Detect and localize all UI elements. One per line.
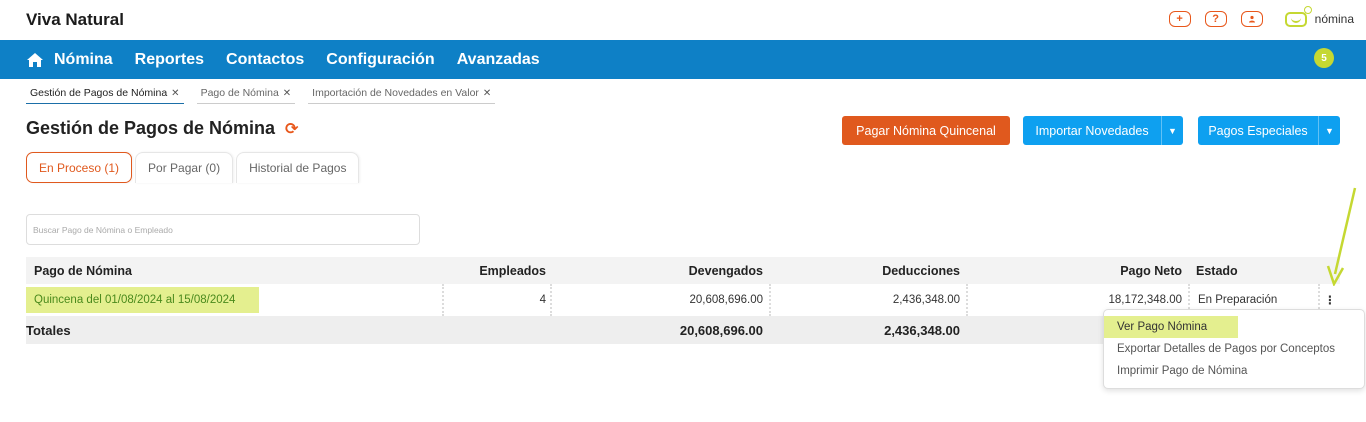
notification-badge[interactable]: 5 [1314, 48, 1334, 68]
tab-en-proceso[interactable]: En Proceso (1) [26, 152, 133, 183]
nav-item-nomina[interactable]: Nómina [26, 51, 113, 69]
row-context-menu: Ver Pago Nómina Exportar Detalles de Pag… [1103, 309, 1365, 389]
main-nav: Nómina Reportes Contactos Configuración … [0, 40, 1366, 79]
totals-deducciones: 2,436,348.00 [884, 322, 960, 338]
tab-por-pagar[interactable]: Por Pagar (0) [135, 152, 234, 183]
table-header: Pago de Nómina Empleados Devengados Dedu… [26, 257, 1340, 284]
nav-item-label: Nómina [54, 50, 113, 68]
annotation-arrow-icon [1326, 187, 1357, 286]
home-icon [27, 52, 43, 67]
pay-payroll-button[interactable]: Pagar Nómina Quincenal [842, 116, 1010, 145]
devengados-cell: 20,608,696.00 [550, 284, 769, 316]
top-bar: Viva Natural + ? nómina [0, 0, 1366, 40]
payroll-link[interactable]: Quincena del 01/08/2024 al 15/08/2024 [26, 287, 260, 313]
special-payments-button[interactable]: Pagos Especiales ▼ [1198, 116, 1340, 145]
refresh-icon[interactable]: ⟳ [285, 119, 298, 139]
product-switcher[interactable]: nómina [1284, 5, 1354, 27]
nav-item-avanzadas[interactable]: Avanzadas [457, 51, 540, 69]
close-icon[interactable]: ✕ [483, 88, 491, 99]
menu-item-exportar-detalles[interactable]: Exportar Detalles de Pagos por Conceptos [1104, 338, 1364, 360]
nomina-logo-icon [1284, 5, 1312, 27]
page-title-text: Gestión de Pagos de Nómina [26, 118, 276, 138]
column-header[interactable]: Devengados [550, 264, 769, 278]
column-header[interactable]: Estado [1188, 264, 1318, 278]
close-icon[interactable]: ✕ [283, 88, 291, 99]
menu-item-ver-pago[interactable]: Ver Pago Nómina [1104, 316, 1238, 338]
status-tabs: En Proceso (1) Por Pagar (0) Historial d… [26, 152, 362, 183]
breadcrumb-label: Pago de Nómina [200, 87, 279, 99]
company-name: Viva Natural [26, 10, 124, 29]
tab-historial[interactable]: Historial de Pagos [236, 152, 360, 183]
user-icon[interactable] [1240, 11, 1263, 27]
breadcrumb: Gestión de Pagos de Nómina ✕ Pago de Nóm… [26, 84, 508, 104]
add-icon[interactable]: + [1168, 11, 1191, 27]
column-header[interactable]: Pago Neto [966, 264, 1188, 278]
button-label: Importar Novedades [1035, 123, 1149, 138]
column-header[interactable]: Empleados [442, 264, 550, 278]
breadcrumb-label: Importación de Novedades en Valor [312, 87, 479, 99]
close-icon[interactable]: ✕ [171, 88, 179, 99]
chevron-down-icon[interactable]: ▼ [1318, 116, 1340, 145]
help-icon[interactable]: ? [1204, 11, 1227, 27]
column-header[interactable]: Pago de Nómina [26, 264, 442, 278]
deducciones-cell: 2,436,348.00 [769, 284, 966, 316]
product-name: nómina [1314, 12, 1354, 26]
empleados-cell: 4 [442, 284, 550, 316]
totals-devengados: 20,608,696.00 [679, 322, 763, 338]
import-news-button[interactable]: Importar Novedades ▼ [1023, 116, 1183, 145]
button-label: Pagos Especiales [1208, 123, 1308, 138]
nav-item-contactos[interactable]: Contactos [226, 51, 304, 69]
breadcrumb-tab-pago[interactable]: Pago de Nómina ✕ [196, 84, 296, 104]
breadcrumb-label: Gestión de Pagos de Nómina [30, 87, 168, 99]
totals-label: Totales [26, 322, 71, 338]
page-title: Gestión de Pagos de Nómina ⟳ [26, 118, 298, 139]
nav-item-reportes[interactable]: Reportes [135, 51, 204, 69]
top-icons: + ? nómina [1168, 5, 1354, 27]
nav-item-configuracion[interactable]: Configuración [326, 51, 434, 69]
breadcrumb-tab-gestion[interactable]: Gestión de Pagos de Nómina ✕ [26, 84, 184, 104]
chevron-down-icon[interactable]: ▼ [1161, 116, 1183, 145]
search-input[interactable] [26, 214, 420, 245]
button-label: Pagar Nómina Quincenal [856, 123, 996, 138]
menu-item-imprimir-pago[interactable]: Imprimir Pago de Nómina [1104, 360, 1364, 382]
column-header[interactable]: Deducciones [769, 264, 966, 278]
payroll-name-cell[interactable]: Quincena del 01/08/2024 al 15/08/2024 [26, 284, 442, 316]
breadcrumb-tab-importacion[interactable]: Importación de Novedades en Valor ✕ [308, 84, 496, 104]
